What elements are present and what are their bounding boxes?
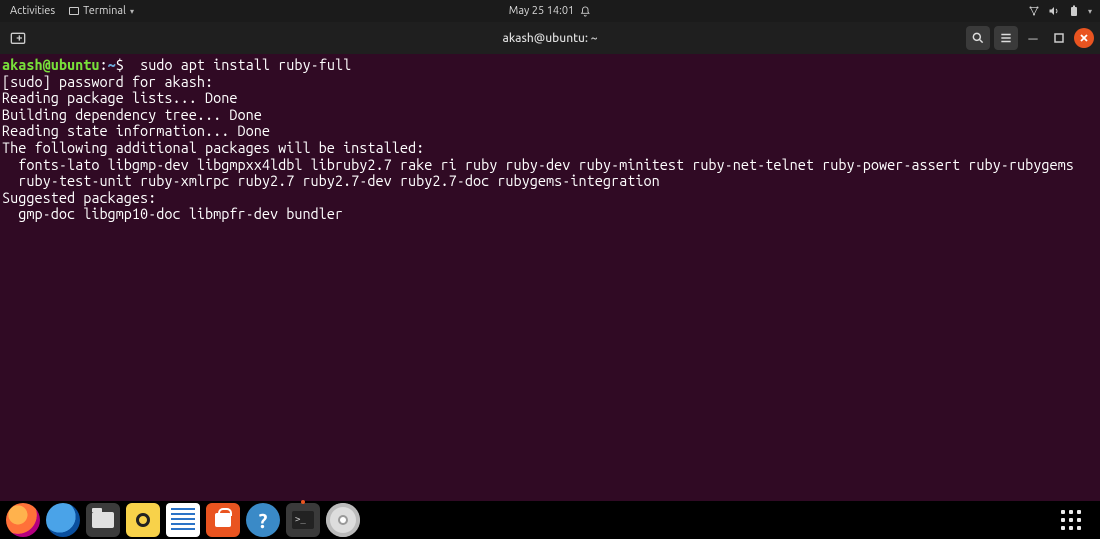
firefox-icon[interactable]	[6, 503, 40, 537]
notification-bell-icon	[580, 6, 591, 17]
chevron-down-icon: ▾	[1088, 7, 1092, 16]
output-line: ruby-test-unit ruby-xmlrpc ruby2.7 ruby2…	[2, 172, 660, 189]
command-text: sudo apt install ruby-full	[124, 56, 351, 73]
ubuntu-software-icon[interactable]	[206, 503, 240, 537]
libreoffice-writer-icon[interactable]	[166, 503, 200, 537]
output-line: Building dependency tree... Done	[2, 106, 262, 123]
date-time-label: May 25 14:01	[509, 5, 574, 17]
battery-icon	[1068, 5, 1080, 17]
terminal-menu-label: Terminal	[83, 5, 126, 17]
app-menu-terminal[interactable]: Terminal ▾	[69, 5, 134, 17]
prompt-colon: :	[99, 56, 107, 73]
output-line: Reading state information... Done	[2, 122, 270, 139]
activities-button[interactable]: Activities	[10, 5, 55, 17]
clock-area[interactable]: May 25 14:01	[509, 5, 591, 17]
output-line: fonts-lato libgmp-dev libgmpxx4ldbl libr…	[2, 156, 1074, 173]
maximize-button[interactable]	[1048, 27, 1070, 49]
new-tab-button[interactable]	[6, 26, 30, 50]
dock: ? >_	[0, 501, 1100, 539]
prompt-path: ~	[108, 56, 116, 73]
terminal-menu-icon	[69, 7, 79, 15]
rhythmbox-icon[interactable]	[126, 503, 160, 537]
terminal-titlebar: akash@ubuntu: ~ ─	[0, 22, 1100, 54]
volume-icon	[1048, 5, 1060, 17]
output-line: gmp-doc libgmp10-doc libmpfr-dev bundler	[2, 205, 343, 222]
output-line: Reading package lists... Done	[2, 89, 237, 106]
activities-label: Activities	[10, 5, 55, 17]
close-button[interactable]	[1074, 28, 1094, 48]
help-icon[interactable]: ?	[246, 503, 280, 537]
prompt-user-host: akash@ubuntu	[2, 56, 99, 73]
minimize-button[interactable]: ─	[1022, 27, 1044, 49]
show-applications-button[interactable]	[1058, 507, 1084, 533]
output-line: Suggested packages:	[2, 189, 156, 206]
files-icon[interactable]	[86, 503, 120, 537]
system-top-bar: Activities Terminal ▾ May 25 14:01 ▾	[0, 0, 1100, 22]
disc-icon[interactable]	[326, 503, 360, 537]
search-button[interactable]	[966, 26, 990, 50]
chevron-down-icon: ▾	[130, 7, 134, 16]
output-line: [sudo] password for akash:	[2, 73, 221, 90]
network-icon	[1028, 5, 1040, 17]
thunderbird-icon[interactable]	[46, 503, 80, 537]
terminal-icon[interactable]: >_	[286, 503, 320, 537]
hamburger-menu-button[interactable]	[994, 26, 1018, 50]
window-title: akash@ubuntu: ~	[503, 32, 598, 45]
terminal-content[interactable]: akash@ubuntu:~$ sudo apt install ruby-fu…	[0, 54, 1100, 501]
output-line: The following additional packages will b…	[2, 139, 424, 156]
system-status-area[interactable]: ▾	[1028, 5, 1100, 17]
prompt-dollar: $	[116, 56, 124, 73]
